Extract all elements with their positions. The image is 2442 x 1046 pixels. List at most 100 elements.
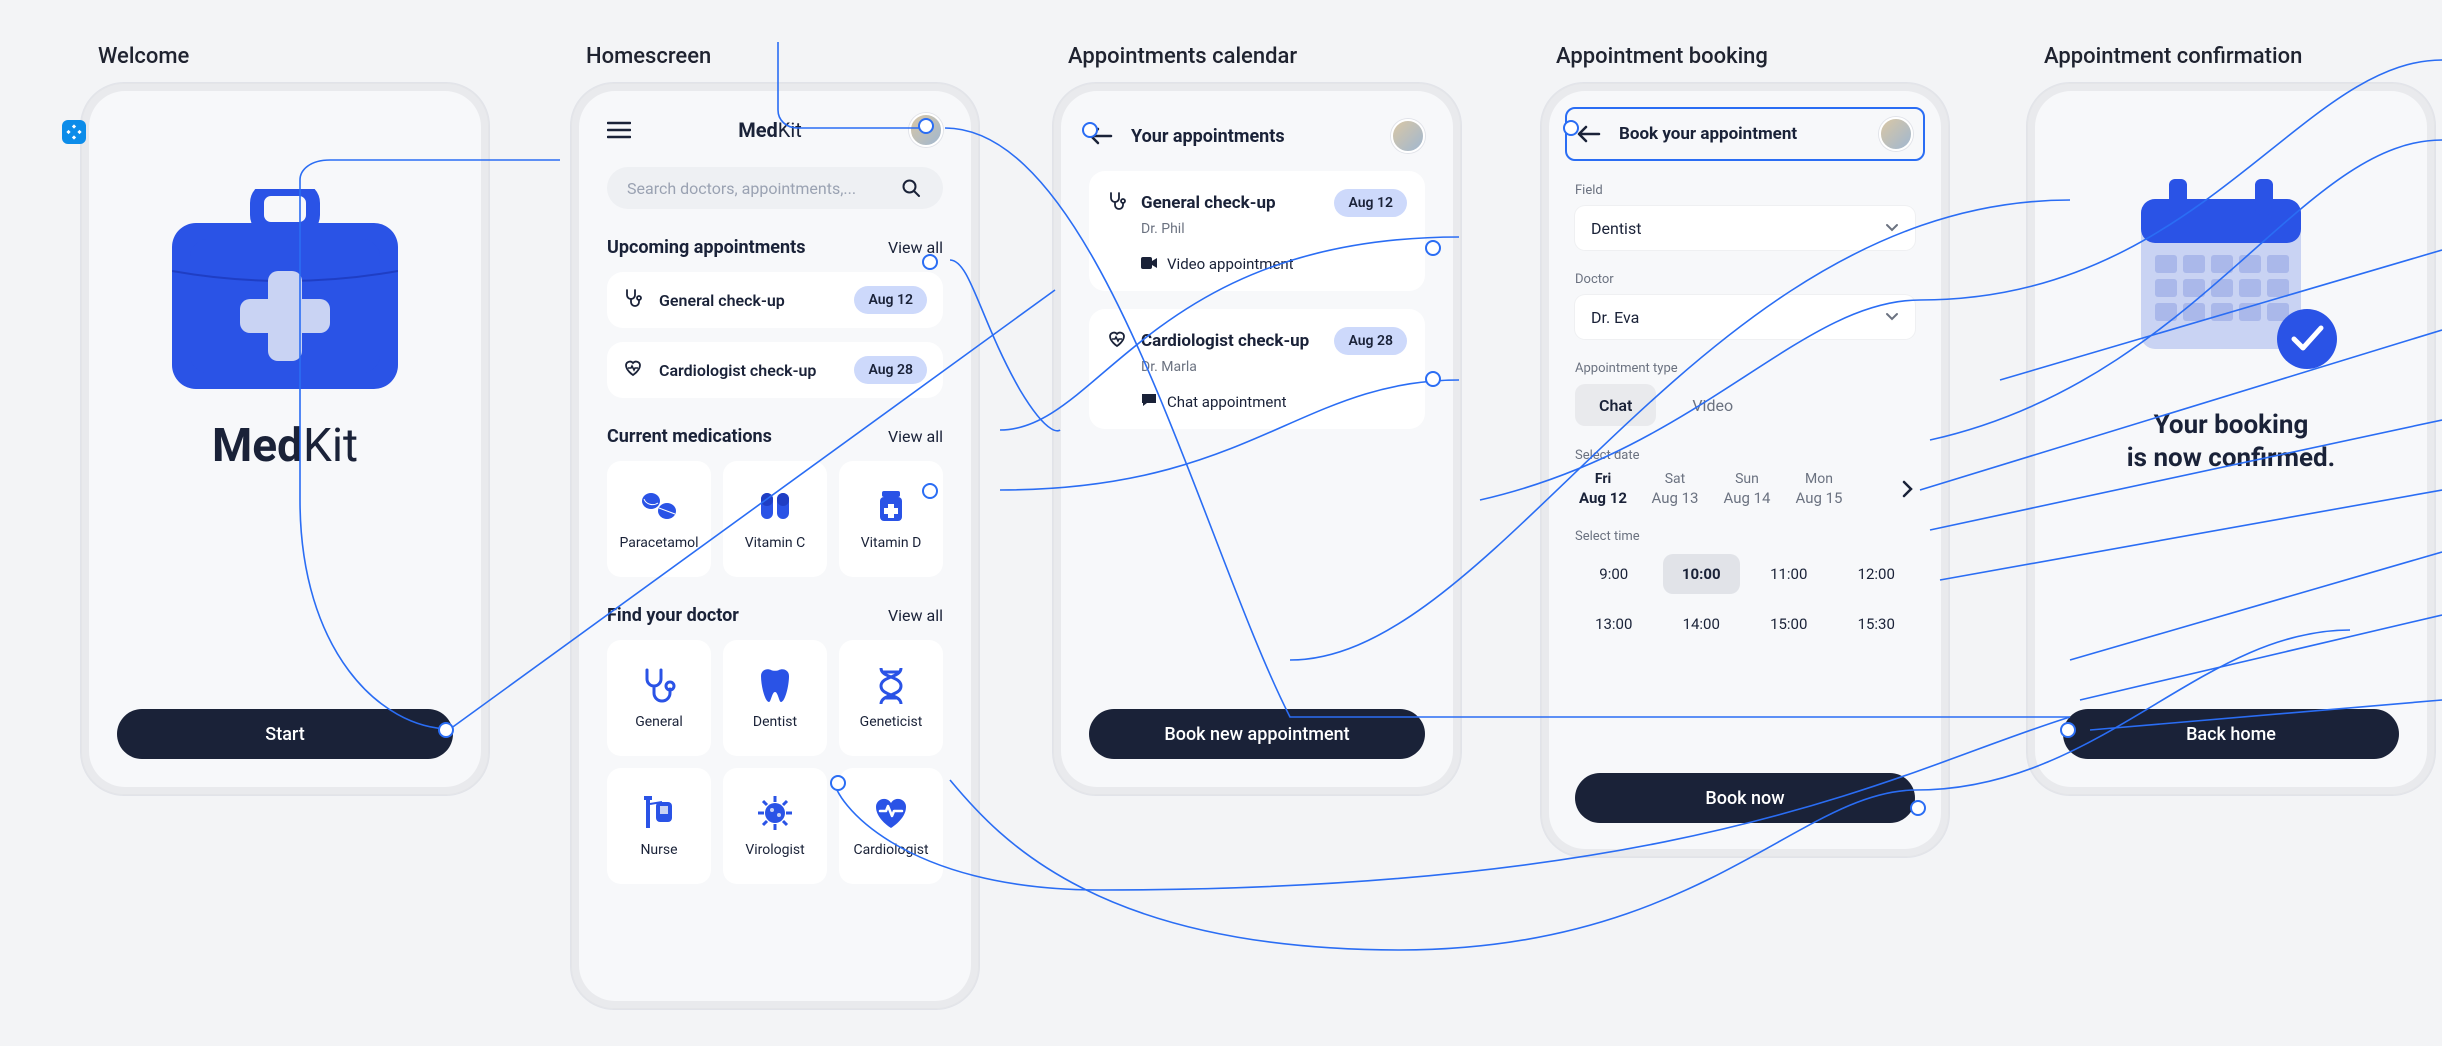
phone-booking: Book your appointment Field Dentist Doct… [1540,82,1950,858]
book-new-appointment-button[interactable]: Book new appointment [1089,709,1425,759]
page-title: Book your appointment [1619,124,1797,144]
screen-label-welcome: Welcome [98,44,189,69]
flow-node [1425,371,1441,387]
date-pill: Aug 28 [854,356,927,384]
appointment-title: Cardiologist check-up [1141,331,1320,351]
time-option[interactable]: 12:00 [1838,554,1916,594]
doctor-value: Dr. Eva [1591,308,1639,327]
find-doctor-heading: Find your doctor [607,605,739,626]
flow-node [1425,240,1441,256]
field-label: Field [1575,183,1915,198]
doctor-label: Dentist [753,714,797,730]
date-pill: Aug 12 [854,286,927,314]
time-option[interactable]: 11:00 [1750,554,1828,594]
stethoscope-icon [639,666,679,704]
appointment-item[interactable]: Cardiologist check-up Aug 28 [607,342,943,398]
appointment-card[interactable]: General check-up Aug 12 Dr. Phil Video a… [1089,171,1425,291]
doctor-category-card[interactable]: Nurse [607,768,711,884]
date-option[interactable]: FriAug 12 [1575,471,1631,507]
appointment-label: General check-up [659,291,838,310]
doctor-select[interactable]: Dr. Eva [1575,295,1915,339]
tooth-icon [757,666,793,704]
appointment-item[interactable]: General check-up Aug 12 [607,272,943,328]
book-now-button[interactable]: Book now [1575,773,1915,823]
virus-icon [756,794,794,832]
time-option[interactable]: 15:00 [1750,604,1828,644]
flow-node [2060,722,2076,738]
screen-label-confirm: Appointment confirmation [2044,44,2302,69]
medication-card[interactable]: Paracetamol [607,461,711,577]
flow-node [918,118,934,134]
medication-card[interactable]: Vitamin D [839,461,943,577]
medication-card[interactable]: Vitamin C [723,461,827,577]
appointment-type: Chat appointment [1167,393,1287,411]
field-label: Select date [1575,448,1915,463]
iv-drip-icon [640,794,678,832]
flow-node [830,775,846,791]
field-label: Appointment type [1575,361,1915,376]
field-label: Doctor [1575,272,1915,287]
med-bottle-icon [874,487,908,525]
search-icon[interactable] [901,178,921,198]
back-home-button[interactable]: Back home [2063,709,2399,759]
flow-node [438,722,454,738]
app-title: MedKit [117,419,453,473]
medication-label: Paracetamol [619,535,698,551]
page-title: Your appointments [1131,126,1373,147]
start-button[interactable]: Start [117,709,453,759]
selected-header-group: Book your appointment [1565,107,1925,161]
phone-home: MedKit Upcoming appointments View all Ge… [570,82,980,1010]
doctor-label: Nurse [640,842,677,858]
phone-confirm: Your booking is now confirmed. Back home [2026,82,2436,796]
time-option[interactable]: 10:00 [1663,554,1741,594]
field-label: Select time [1575,529,1915,544]
doctor-label: General [635,714,683,730]
time-option[interactable]: 13:00 [1575,604,1653,644]
doctor-label: Geneticist [860,714,923,730]
doctor-label: Virologist [745,842,804,858]
view-all-doctors-link[interactable]: View all [888,606,943,625]
stethoscope-icon [1107,191,1127,215]
doctor-category-card[interactable]: Dentist [723,640,827,756]
dna-icon [873,666,909,704]
type-chat-button[interactable]: Chat [1575,384,1656,426]
phone-calendar: Your appointments General check-up Aug 1… [1052,82,1462,796]
view-all-medications-link[interactable]: View all [888,427,943,446]
chat-icon [1141,393,1157,411]
medication-label: Vitamin D [861,535,922,551]
type-video-button[interactable]: Video [1668,384,1757,426]
doctor-category-card[interactable]: General [607,640,711,756]
doctor-name: Dr. Phil [1141,221,1407,237]
time-option[interactable]: 15:30 [1838,604,1916,644]
doctor-category-card[interactable]: Geneticist [839,640,943,756]
confirmation-message: Your booking is now confirmed. [2063,409,2399,474]
pills-icon [639,487,679,525]
date-option[interactable]: MonAug 15 [1791,471,1847,507]
upcoming-heading: Upcoming appointments [607,237,805,258]
back-arrow-icon[interactable] [1577,124,1601,144]
appointment-title: General check-up [1141,193,1320,213]
date-pill: Aug 12 [1334,189,1407,217]
doctor-name: Dr. Marla [1141,359,1407,375]
time-option[interactable]: 14:00 [1663,604,1741,644]
field-select[interactable]: Dentist [1575,206,1915,250]
view-all-appointments-link[interactable]: View all [888,238,943,257]
chevron-right-icon[interactable] [1901,479,1915,499]
menu-icon[interactable] [607,121,631,139]
phone-welcome: MedKit Start [80,82,490,796]
appointment-label: Cardiologist check-up [659,361,838,380]
flow-node [1082,122,1098,138]
calendar-confirmed-icon [2121,169,2341,379]
date-option[interactable]: SatAug 13 [1647,471,1703,507]
screen-label-booking: Appointment booking [1556,44,1768,69]
search-input[interactable] [607,167,943,209]
doctor-category-card[interactable]: Virologist [723,768,827,884]
doctor-category-card[interactable]: Cardiologist [839,768,943,884]
app-title: MedKit [738,118,802,142]
appointment-card[interactable]: Cardiologist check-up Aug 28 Dr. Marla C… [1089,309,1425,429]
date-option[interactable]: SunAug 14 [1719,471,1775,507]
screen-label-calendar: Appointments calendar [1068,44,1297,69]
time-option[interactable]: 9:00 [1575,554,1653,594]
avatar[interactable] [1879,117,1913,151]
avatar[interactable] [1391,119,1425,153]
